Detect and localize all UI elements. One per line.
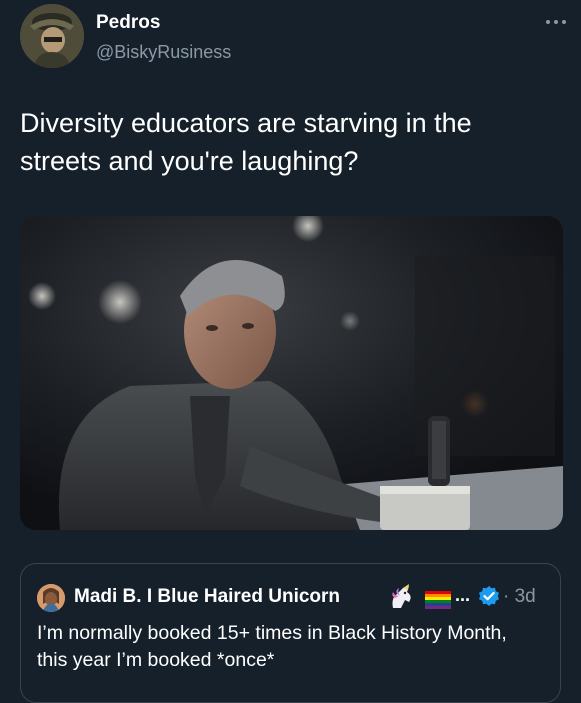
quoted-timestamp[interactable]: · 3d xyxy=(503,586,536,608)
quoted-tweet-text: I’m normally booked 15+ times in Black H… xyxy=(37,622,507,671)
quoted-display-name[interactable]: Madi B. I Blue Haired Unicorn xyxy=(74,586,340,608)
unicorn-icon xyxy=(387,584,415,615)
tweet-text: Diversity educators are starving in the … xyxy=(20,108,472,176)
more-horizontal-icon[interactable] xyxy=(545,14,567,25)
user-handle[interactable]: @BiskyRusiness xyxy=(96,42,231,63)
display-name[interactable]: Pedros xyxy=(96,12,160,34)
name-truncation-ellipsis: ... xyxy=(455,585,471,605)
avatar[interactable] xyxy=(20,4,84,68)
rainbow-flag-icon xyxy=(425,591,451,614)
verified-badge-icon xyxy=(478,585,500,612)
quoted-avatar[interactable] xyxy=(37,584,65,612)
quoted-tweet[interactable]: Madi B. I Blue Haired Unicorn ... · 3d I… xyxy=(20,563,561,703)
tweet-image[interactable] xyxy=(20,216,563,530)
